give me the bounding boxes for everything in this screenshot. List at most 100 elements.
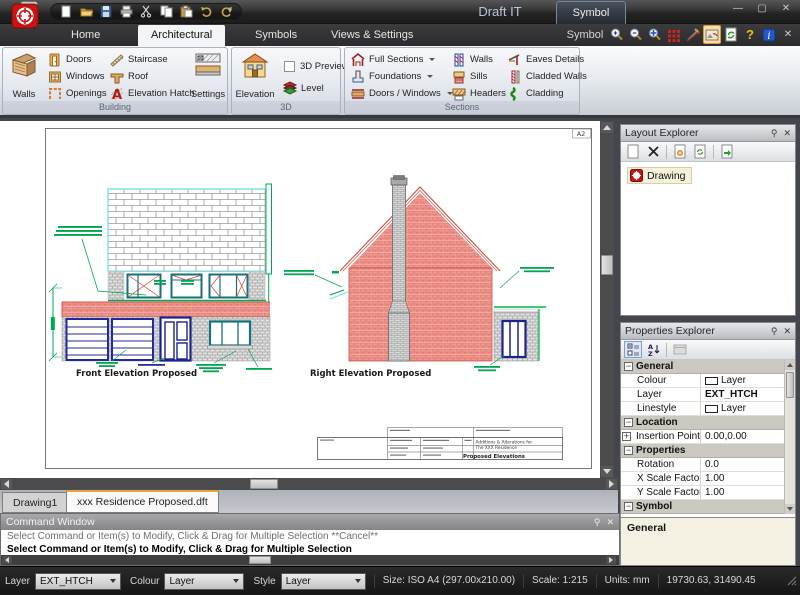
property-row-xscale[interactable]: X Scale Factor 1.00	[621, 472, 795, 486]
close-panel-icon[interactable]: ✕	[783, 326, 791, 337]
scroll-right-button[interactable]	[606, 479, 617, 489]
contextual-tab-group-symbol[interactable]: Symbol	[556, 1, 626, 24]
property-group-symbol[interactable]: − Symbol	[621, 500, 795, 514]
openings-button[interactable]: Openings	[45, 85, 107, 102]
walls-button[interactable]: Walls	[5, 50, 43, 102]
roof-button[interactable]: Roof	[107, 68, 195, 85]
scroll-up-button[interactable]	[601, 122, 613, 133]
paste-icon[interactable]	[179, 5, 193, 18]
canvas-vertical-scrollbar[interactable]	[600, 121, 614, 478]
refresh-layout-icon[interactable]	[691, 143, 709, 160]
import-layout-icon[interactable]	[671, 143, 689, 160]
property-group-general[interactable]: − General	[621, 360, 795, 374]
doors-windows-button[interactable]: Doors / Windows	[348, 85, 453, 102]
drawing-canvas[interactable]: A2	[0, 121, 600, 478]
preview-checkbox[interactable]	[284, 61, 295, 72]
chevron-down-icon	[233, 579, 239, 583]
property-group-location[interactable]: − Location	[621, 416, 795, 430]
zoom-extents-icon[interactable]	[646, 25, 664, 44]
windows-button[interactable]: Windows	[45, 68, 107, 85]
foundations-button[interactable]: Foundations	[348, 68, 453, 85]
delete-layout-icon[interactable]	[644, 143, 662, 160]
minimize-button[interactable]: —	[730, 3, 746, 14]
pin-icon[interactable]: ⚲	[771, 128, 778, 139]
qat-overflow-icon[interactable]: ▾	[228, 6, 232, 15]
cladding-button[interactable]: Cladding	[505, 85, 587, 102]
print-icon[interactable]	[119, 5, 133, 18]
open-file-icon[interactable]	[79, 5, 93, 18]
properties-scrollbar[interactable]	[784, 360, 795, 514]
doc-tab-drawing1[interactable]: Drawing1	[2, 492, 68, 513]
property-row-yscale[interactable]: Y Scale Factor 1.00	[621, 486, 795, 500]
pin-icon[interactable]: ⚲	[594, 517, 601, 528]
colour-combobox[interactable]: Layer	[164, 573, 244, 590]
tab-architectural[interactable]: Architectural	[138, 25, 225, 46]
scroll-down-button[interactable]	[601, 466, 613, 477]
elevation-hatch-button[interactable]: A Elevation Hatch	[107, 85, 195, 102]
scroll-up-button[interactable]	[785, 360, 795, 370]
command-scrollbar[interactable]	[1, 555, 619, 565]
regenerate-icon[interactable]	[722, 25, 740, 44]
resize-grip[interactable]	[787, 576, 797, 586]
full-sections-dropdown-icon[interactable]	[429, 58, 435, 61]
maximize-button[interactable]: ▢	[754, 3, 770, 14]
new-file-icon[interactable]	[59, 5, 73, 18]
horizontal-scroll-thumb[interactable]	[250, 479, 278, 489]
doors-button[interactable]: Doors	[45, 51, 107, 68]
new-layout-icon[interactable]	[624, 143, 642, 160]
doc-tab-residence[interactable]: xxx Residence Proposed.dft	[66, 490, 219, 513]
close-panel-icon[interactable]: ✕	[783, 128, 791, 139]
pin-icon[interactable]: ⚲	[771, 326, 778, 337]
property-group-properties[interactable]: − Properties	[621, 444, 795, 458]
section-walls-button[interactable]: Walls	[449, 51, 506, 68]
draw-mode-icon[interactable]	[684, 25, 702, 44]
settings-button[interactable]: Settings	[189, 50, 227, 102]
snap-grid-icon[interactable]	[665, 25, 683, 44]
property-row-colour[interactable]: Colour Layer	[621, 374, 795, 388]
eaves-details-button[interactable]: Eaves Details	[505, 51, 587, 68]
tab-home[interactable]: Home	[58, 25, 113, 46]
full-sections-button[interactable]: Full Sections	[348, 51, 453, 68]
property-row-layer[interactable]: Layer EXT_HTCH	[621, 388, 795, 402]
render-view-icon[interactable]	[703, 25, 721, 44]
cut-icon[interactable]	[139, 5, 153, 18]
property-row-linestyle[interactable]: Linestyle Layer	[621, 402, 795, 416]
scroll-right-button[interactable]	[606, 556, 616, 564]
close-button[interactable]: ✕	[778, 3, 794, 14]
info-icon[interactable]: i	[760, 25, 778, 44]
insert-layout-icon[interactable]	[718, 143, 736, 160]
property-row-rotation[interactable]: Rotation 0.0	[621, 458, 795, 472]
zoom-in-icon[interactable]	[608, 25, 626, 44]
headers-button[interactable]: Headers	[449, 85, 506, 102]
scroll-left-button[interactable]	[2, 556, 12, 564]
cladded-walls-button[interactable]: Cladded Walls	[505, 68, 587, 85]
level-button[interactable]: Level	[280, 77, 349, 99]
property-row-insertion-point[interactable]: + Insertion Point 0.00,0.00	[621, 430, 795, 444]
scroll-down-button[interactable]	[785, 504, 795, 514]
layer-combobox[interactable]: EXT_HTCH	[35, 573, 121, 590]
sills-button[interactable]: Sills	[449, 68, 506, 85]
vertical-scroll-thumb[interactable]	[601, 255, 613, 275]
close-panel-icon[interactable]: ✕	[606, 517, 614, 528]
help-icon[interactable]: ?	[741, 25, 759, 44]
save-icon[interactable]	[99, 5, 113, 18]
preview-3d-toggle[interactable]: 3D Preview	[280, 55, 349, 77]
layout-item-drawing[interactable]: Drawing	[627, 167, 692, 184]
tab-views-settings[interactable]: Views & Settings	[318, 25, 426, 46]
copy-icon[interactable]	[159, 5, 173, 18]
app-menu-button[interactable]	[9, 1, 43, 31]
scroll-thumb[interactable]	[249, 556, 271, 564]
undo-icon[interactable]	[199, 5, 213, 18]
tab-symbols[interactable]: Symbols	[242, 25, 310, 46]
elevation-button[interactable]: Elevation	[234, 50, 276, 102]
scroll-left-button[interactable]	[1, 479, 12, 489]
zoom-out-icon[interactable]	[627, 25, 645, 44]
scroll-thumb[interactable]	[786, 372, 794, 398]
canvas-horizontal-scrollbar[interactable]	[0, 478, 618, 490]
sort-az-icon[interactable]: AZ	[644, 341, 662, 358]
close-ribbon-icon[interactable]: ✕	[779, 25, 797, 44]
style-combobox[interactable]: Layer	[281, 573, 366, 590]
foundations-dropdown-icon[interactable]	[427, 75, 433, 78]
staircase-button[interactable]: Staircase	[107, 51, 195, 68]
categorized-icon[interactable]	[624, 341, 642, 358]
